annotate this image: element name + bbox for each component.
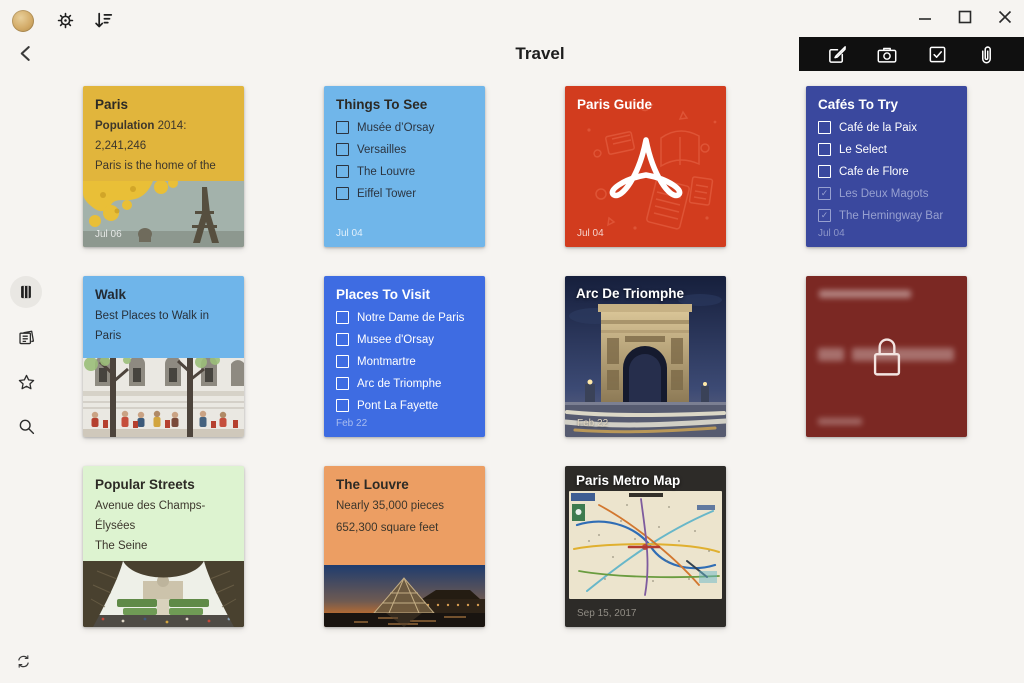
checklist-icon[interactable] bbox=[927, 44, 948, 65]
note-card-cafes-to-try[interactable]: Cafés To Try Café de la Paix Le Select C… bbox=[806, 86, 967, 247]
card-body-line: Best Places to Walk in Paris bbox=[95, 306, 232, 346]
camera-icon[interactable] bbox=[876, 44, 898, 65]
sidebar-item-notecards[interactable] bbox=[17, 328, 36, 347]
card-title: Popular Streets bbox=[95, 477, 232, 492]
paris-cafe-street-illustration bbox=[83, 358, 244, 437]
note-card-arc-de-triomphe[interactable]: Arc De Triomphe Feb 22 bbox=[565, 276, 726, 437]
note-card-paris-guide[interactable]: Paris Guide Jul 04 bbox=[565, 86, 726, 247]
checklist-item: Arc de Triomphe bbox=[336, 377, 473, 390]
book-icon bbox=[17, 283, 35, 301]
sort-descending-icon[interactable] bbox=[93, 11, 114, 30]
checklist-item: Musee d'Orsay bbox=[336, 333, 473, 346]
sidebar-item-favorites[interactable] bbox=[17, 373, 36, 392]
note-card-paris-metro-map[interactable]: Paris Metro Map Sep 15, 2017 bbox=[565, 466, 726, 627]
checklist-item: Les Deux Magots bbox=[818, 187, 955, 200]
card-title: Places To Visit bbox=[336, 287, 473, 302]
checklist-item: Musée d’Orsay bbox=[336, 121, 473, 134]
checkbox-checked-icon bbox=[818, 209, 831, 222]
checklist-item: The Hemingway Bar bbox=[818, 209, 955, 222]
checkbox-icon bbox=[336, 399, 349, 412]
checkbox-icon bbox=[336, 377, 349, 390]
card-title: The Louvre bbox=[336, 477, 473, 492]
card-date: Jul 04 bbox=[818, 228, 845, 239]
note-card-paris[interactable]: Paris Population 2014: 2,241,246 Paris i… bbox=[83, 86, 244, 247]
blurred-title bbox=[819, 290, 911, 298]
note-grid: Paris Population 2014: 2,241,246 Paris i… bbox=[83, 86, 967, 627]
card-date: Feb 22 bbox=[577, 418, 608, 429]
card-body-line: Nearly 35,000 pieces 652,300 square feet bbox=[336, 496, 473, 540]
card-title: Things To See bbox=[336, 97, 473, 112]
under-eiffel-tower-photo bbox=[83, 561, 244, 627]
card-date: Sep 15, 2017 bbox=[577, 608, 637, 619]
maximize-icon[interactable] bbox=[958, 10, 972, 24]
note-card-things-to-see[interactable]: Things To See Musée d’Orsay Versailles T… bbox=[324, 86, 485, 247]
checkbox-icon bbox=[336, 333, 349, 346]
card-title: Paris bbox=[95, 97, 232, 112]
louvre-pyramid-dusk-photo bbox=[324, 565, 485, 627]
checkbox-icon bbox=[336, 187, 349, 200]
card-date: Feb 22 bbox=[336, 418, 367, 429]
checkbox-checked-icon bbox=[818, 187, 831, 200]
note-stack-icon bbox=[17, 328, 36, 347]
note-card-walk[interactable]: Walk Best Places to Walk in Paris bbox=[83, 276, 244, 437]
attachment-paperclip-icon[interactable] bbox=[976, 44, 996, 65]
checkbox-icon bbox=[336, 143, 349, 156]
checkbox-icon bbox=[818, 165, 831, 178]
card-title: Paris Guide bbox=[577, 97, 714, 112]
card-title: Walk bbox=[95, 287, 232, 302]
checklist-item: Notre Dame de Paris bbox=[336, 311, 473, 324]
checklist-item: Pont La Fayette bbox=[336, 399, 473, 412]
note-card-the-louvre[interactable]: The Louvre Nearly 35,000 pieces 652,300 … bbox=[324, 466, 485, 627]
search-icon bbox=[17, 417, 36, 436]
checkbox-icon bbox=[336, 355, 349, 368]
card-body-line: Avenue des Champs-Élysées bbox=[95, 496, 232, 536]
lock-icon bbox=[865, 332, 909, 380]
settings-gear-icon[interactable] bbox=[56, 11, 75, 30]
checklist-item: Cafe de Flore bbox=[818, 165, 955, 178]
sidebar-item-notebooks[interactable] bbox=[10, 276, 42, 308]
checkbox-icon bbox=[336, 311, 349, 324]
card-body-line: Population 2014: 2,241,246 bbox=[95, 116, 232, 156]
card-body-line: The Seine bbox=[95, 536, 232, 556]
note-card-places-to-visit[interactable]: Places To Visit Notre Dame de Paris Muse… bbox=[324, 276, 485, 437]
note-card-locked[interactable] bbox=[806, 276, 967, 437]
checklist-item: Montmartre bbox=[336, 355, 473, 368]
new-note-icon[interactable] bbox=[827, 44, 848, 65]
checkbox-icon bbox=[818, 143, 831, 156]
window-controls bbox=[918, 10, 1012, 24]
quick-create-toolbar bbox=[799, 37, 1024, 71]
checkbox-icon bbox=[818, 121, 831, 134]
checkbox-icon bbox=[336, 165, 349, 178]
checklist-item: Versailles bbox=[336, 143, 473, 156]
blurred-date bbox=[818, 418, 862, 425]
blurred-text bbox=[818, 348, 844, 361]
checklist-item: Le Select bbox=[818, 143, 955, 156]
card-title: Cafés To Try bbox=[818, 97, 955, 112]
checklist-item: Café de la Paix bbox=[818, 121, 955, 134]
card-date: Jul 04 bbox=[336, 228, 363, 239]
checklist-item: Eiffel Tower bbox=[336, 187, 473, 200]
note-card-popular-streets[interactable]: Popular Streets Avenue des Champs-Élysée… bbox=[83, 466, 244, 627]
checkbox-icon bbox=[336, 121, 349, 134]
minimize-icon[interactable] bbox=[918, 10, 932, 24]
checklist-item: The Louvre bbox=[336, 165, 473, 178]
card-date: Jul 04 bbox=[577, 228, 604, 239]
card-title: Arc De Triomphe bbox=[576, 286, 684, 301]
sync-icon[interactable] bbox=[15, 653, 32, 670]
card-date: Jul 06 bbox=[95, 229, 122, 240]
paris-metro-map-image bbox=[569, 491, 722, 599]
user-avatar[interactable] bbox=[12, 10, 34, 32]
star-icon bbox=[17, 373, 36, 392]
close-icon[interactable] bbox=[998, 10, 1012, 24]
card-body-line: Paris is the home of the bbox=[95, 156, 232, 176]
sidebar-item-search[interactable] bbox=[17, 417, 36, 436]
card-title: Paris Metro Map bbox=[576, 473, 680, 488]
pdf-logo-icon bbox=[612, 140, 679, 195]
